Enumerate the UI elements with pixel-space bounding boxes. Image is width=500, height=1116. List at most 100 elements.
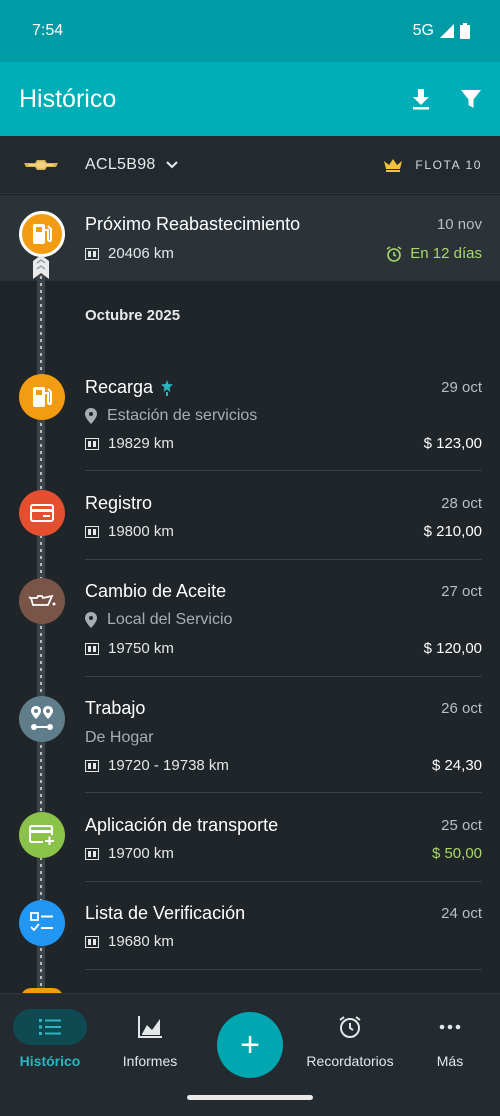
divider — [85, 969, 482, 970]
bottom-navigation: Histórico Informes + Recordatorios Más — [0, 993, 500, 1116]
odometer-value: 19829 km — [108, 435, 174, 452]
oil-can-icon — [19, 578, 65, 624]
entry-title: Lista de Verificación — [85, 903, 246, 923]
pin-star-icon — [161, 379, 174, 396]
entry-title: Cambio de Aceite — [85, 581, 227, 601]
location-pin-icon — [85, 612, 97, 628]
download-icon[interactable] — [410, 88, 432, 110]
alarm-clock-icon — [339, 1016, 361, 1038]
nav-more[interactable]: Más — [400, 994, 500, 1084]
reminder-countdown: En 12 días — [386, 245, 482, 262]
fuel-pump-icon — [19, 374, 65, 420]
list-item[interactable]: Trabajo 26 oct De Hogar 19720 - 19738 km… — [0, 676, 500, 793]
odometer-value: 19720 - 19738 km — [108, 757, 229, 774]
entry-date: 28 oct — [441, 495, 482, 512]
entry-location: Local del Servicio — [85, 611, 232, 629]
odometer-value: 19800 km — [108, 523, 174, 540]
home-indicator[interactable] — [187, 1095, 313, 1100]
entry-subtitle: Estación de servicios — [107, 407, 258, 424]
entry-amount: $ 210,00 — [423, 523, 482, 540]
nav-more-pill[interactable] — [413, 1009, 487, 1045]
next-refuel-date: 10 nov — [436, 216, 482, 233]
vehicle-selector[interactable]: ACL5B98 FLOTA 10 — [0, 136, 500, 194]
nav-reports-pill[interactable] — [113, 1009, 187, 1045]
entry-title: Registro — [85, 493, 153, 513]
nav-reminders[interactable]: Recordatorios — [300, 994, 400, 1084]
entry-date: 24 oct — [441, 905, 482, 922]
nav-history-label: Histórico — [19, 1053, 81, 1069]
entry-date: 27 oct — [441, 583, 482, 600]
battery-icon — [460, 23, 470, 39]
entry-amount: $ 24,30 — [431, 757, 482, 774]
entry-date: 26 oct — [441, 700, 482, 717]
odometer-icon — [85, 642, 99, 655]
nav-more-label: Más — [436, 1053, 464, 1069]
entry-subtitle: De Hogar — [85, 729, 154, 746]
entry-title: Trabajo — [85, 698, 146, 718]
reminder-text: En 12 días — [410, 245, 482, 262]
entry-amount: $ 123,00 — [423, 435, 482, 452]
alarm-icon — [386, 245, 402, 262]
entry-title: Recarga — [85, 377, 174, 398]
nav-reports-label: Informes — [122, 1053, 178, 1069]
entry-odometer: 19800 km — [85, 523, 174, 540]
nav-reminders-label: Recordatorios — [306, 1053, 394, 1069]
next-refuel-title: Próximo Reabastecimiento — [85, 214, 301, 234]
route-icon — [19, 696, 65, 742]
chevron-down-icon[interactable] — [165, 160, 178, 169]
odometer-icon — [85, 437, 99, 450]
vehicle-plate[interactable]: ACL5B98 — [85, 156, 156, 174]
entry-amount: $ 120,00 — [423, 640, 482, 657]
entry-date: 29 oct — [441, 379, 482, 396]
odometer-icon — [85, 247, 99, 260]
status-bar: 7:54 5G — [0, 0, 500, 62]
nav-history-pill[interactable] — [13, 1009, 87, 1045]
list-item[interactable]: Cambio de Aceite 27 oct Local del Servic… — [0, 559, 500, 677]
fuel-pump-icon — [19, 211, 65, 257]
list-item[interactable]: Aplicación de transporte 25 oct 19700 km… — [0, 793, 500, 882]
card-minus-icon — [19, 490, 65, 536]
odometer-value: 19700 km — [108, 845, 174, 862]
list-item[interactable]: Lista de Verificación 24 oct 19680 km — [0, 881, 500, 970]
list-item[interactable]: Registro 28 oct 19800 km $ 210,00 — [0, 471, 500, 560]
app-bar: Histórico — [0, 62, 500, 136]
odometer-value: 20406 km — [108, 245, 174, 262]
entry-subtitle: Local del Servicio — [107, 611, 233, 628]
entry-odometer: 19750 km — [85, 640, 174, 657]
nav-reminders-pill[interactable] — [313, 1009, 387, 1045]
status-indicators: 5G — [413, 22, 470, 40]
chart-icon — [138, 1016, 162, 1038]
nav-reports[interactable]: Informes — [100, 994, 200, 1084]
odometer-icon — [85, 935, 99, 948]
checklist-icon — [19, 900, 65, 946]
entry-location: Estación de servicios — [85, 407, 257, 425]
entry-odometer: 19680 km — [85, 933, 174, 950]
next-refuel-card[interactable]: Próximo Reabastecimiento 10 nov 20406 km… — [0, 195, 500, 281]
odometer-icon — [85, 847, 99, 860]
entry-odometer: 19700 km — [85, 845, 174, 862]
list-item[interactable]: Recarga 29 oct Estación de servicios 198… — [0, 364, 500, 471]
page-title: Histórico — [19, 84, 117, 113]
next-refuel-odometer: 20406 km — [85, 245, 174, 262]
entry-date: 25 oct — [441, 817, 482, 834]
more-dots-icon — [439, 1024, 461, 1030]
entry-amount: $ 50,00 — [431, 845, 482, 862]
location-pin-icon — [85, 408, 97, 424]
card-plus-icon — [19, 812, 65, 858]
odometer-value: 19750 km — [108, 640, 174, 657]
entry-odometer: 19829 km — [85, 435, 174, 452]
odometer-icon — [85, 759, 99, 772]
filter-icon[interactable] — [460, 88, 482, 110]
add-button[interactable]: + — [217, 1012, 283, 1078]
nav-history[interactable]: Histórico — [0, 994, 100, 1084]
timeline-arrow-icon — [33, 255, 49, 279]
odometer-icon — [85, 525, 99, 538]
month-header: Octubre 2025 — [85, 307, 181, 324]
entry-title-text: Recarga — [85, 377, 154, 397]
crown-icon — [383, 158, 403, 172]
network-label: 5G — [412, 22, 434, 39]
entry-odometer: 19720 - 19738 km — [85, 757, 229, 774]
fleet-badge[interactable]: FLOTA 10 — [415, 158, 482, 172]
status-time: 7:54 — [32, 22, 64, 39]
odometer-value: 19680 km — [108, 933, 174, 950]
